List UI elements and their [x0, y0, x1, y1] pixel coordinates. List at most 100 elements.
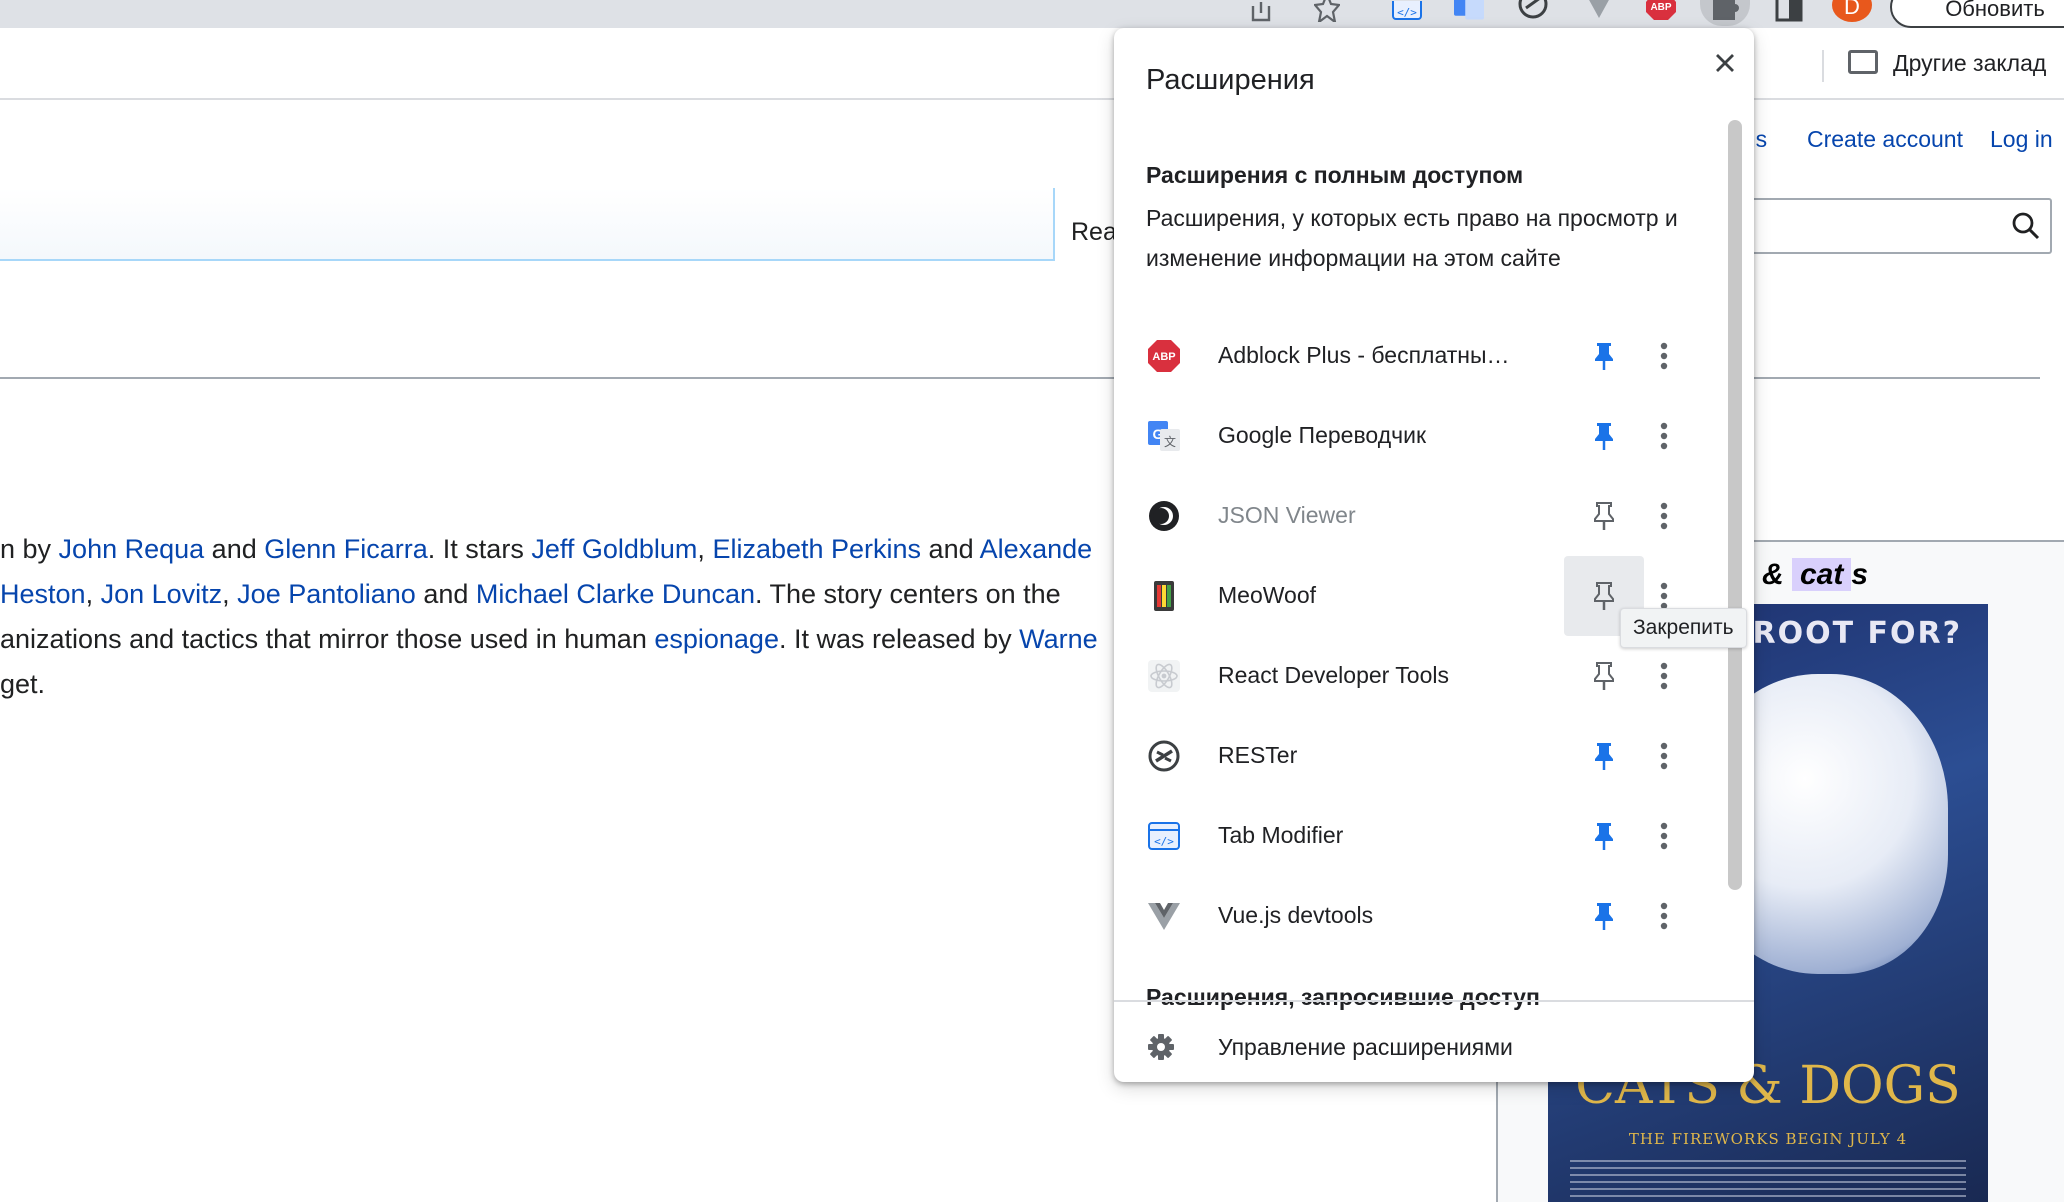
pin-tooltip: Закрепить — [1620, 608, 1747, 648]
extension-row[interactable]: Vue.js devtools — [1114, 876, 1714, 956]
search-icon[interactable] — [2012, 212, 2040, 240]
profile-avatar[interactable]: D — [1832, 0, 1872, 22]
rester-toolbar-icon[interactable] — [1518, 0, 1548, 22]
wiki-search-input[interactable] — [1740, 198, 2052, 254]
article-line-3: anizations and tactics that mirror those… — [0, 624, 1200, 654]
article-link[interactable]: Joe Pantoliano — [237, 579, 416, 609]
extension-name: Vue.js devtools — [1218, 902, 1374, 928]
article-text: , — [222, 579, 238, 609]
extensions-puzzle-icon[interactable] — [1710, 0, 1740, 22]
scrollbar-thumb[interactable] — [1728, 120, 1742, 890]
footer-divider — [1114, 1000, 1754, 1002]
share-icon[interactable] — [1246, 0, 1276, 22]
article-text: anizations and tactics that mirror those… — [0, 624, 655, 654]
other-bookmarks-folder[interactable]: Другие заклад — [1893, 50, 2046, 77]
article-text: , — [697, 534, 713, 564]
manage-extensions-button[interactable]: Управление расширениями — [1114, 1010, 1754, 1082]
vue-icon — [1146, 898, 1182, 934]
extensions-list-scroll[interactable]: Расширения с полным доступом Расширения,… — [1114, 118, 1754, 1030]
full-access-description: Расширения, у которых есть право на прос… — [1146, 205, 1678, 271]
folder-icon — [1848, 50, 1878, 74]
article-link[interactable]: Warne — [1019, 624, 1098, 654]
rester-icon — [1146, 738, 1182, 774]
article-text: . It was released by — [778, 624, 1020, 654]
extension-name: MeoWoof — [1218, 582, 1317, 608]
article-link[interactable]: Glenn Ficarra — [264, 534, 428, 564]
extension-row[interactable]: </> Tab Modifier — [1114, 796, 1714, 876]
extension-name: Google Переводчик — [1218, 422, 1427, 448]
tab-modifier-toolbar-icon[interactable]: </> — [1392, 0, 1422, 22]
abp-toolbar-icon[interactable]: ABP — [1646, 0, 1676, 22]
poster-credits — [1570, 1160, 1966, 1202]
extension-name: Adblock Plus - бесплатны… — [1218, 342, 1510, 368]
abp-icon: ABP — [1146, 338, 1182, 374]
bookmarks-separator — [1822, 50, 1824, 82]
extension-name: Tab Modifier — [1218, 822, 1344, 848]
article-link[interactable]: Michael Clarke Duncan — [476, 579, 755, 609]
more-vert-icon[interactable] — [1624, 636, 1704, 716]
extensions-popup: Расширения Расширения с полным доступом … — [1114, 28, 1754, 1082]
extension-name: JSON Viewer — [1218, 502, 1356, 528]
article-link[interactable]: Jeff Goldblum — [531, 534, 697, 564]
more-vert-icon[interactable] — [1624, 396, 1704, 476]
create-account-link[interactable]: Create account — [1807, 126, 1963, 153]
article-text: n by — [0, 534, 59, 564]
gear-icon — [1148, 1034, 1174, 1060]
article-text: . It stars — [427, 534, 532, 564]
article-line-2: Heston, Jon Lovitz, Joe Pantoliano and M… — [0, 579, 1200, 609]
more-vert-icon[interactable] — [1624, 796, 1704, 876]
article-text: and — [204, 534, 265, 564]
article-link[interactable]: John Requa — [59, 534, 205, 564]
popup-title: Расширения — [1146, 64, 1315, 96]
extension-row[interactable]: ABP Adblock Plus - бесплатны… — [1114, 316, 1714, 396]
vue-toolbar-icon[interactable] — [1584, 0, 1614, 22]
google-translate-toolbar-icon[interactable] — [1454, 0, 1484, 22]
close-icon[interactable] — [1704, 42, 1746, 84]
manage-extensions-label: Управление расширениями — [1218, 1034, 1513, 1060]
more-vert-icon[interactable] — [1624, 316, 1704, 396]
extension-name: React Developer Tools — [1218, 662, 1449, 688]
extension-row[interactable]: React Developer Tools — [1114, 636, 1714, 716]
update-button[interactable]: Обновить — [1890, 0, 2064, 28]
article-line-4: get. — [0, 669, 1200, 699]
more-vert-icon[interactable] — [1624, 476, 1704, 556]
svg-text:</>: </> — [1397, 6, 1417, 19]
svg-text:ABP: ABP — [1152, 351, 1175, 363]
article-link[interactable]: espionage — [654, 624, 779, 654]
poster-tagline: THE FIREWORKS BEGIN JULY 4 — [1628, 1130, 1908, 1148]
extension-row[interactable]: RESTer — [1114, 716, 1714, 796]
bookmarks-bar — [0, 28, 2064, 100]
search-highlight: cat — [1792, 558, 1852, 591]
more-vert-icon[interactable] — [1624, 876, 1704, 956]
read-tab[interactable]: Rea — [1071, 218, 1117, 247]
react-icon — [1146, 658, 1182, 694]
article-text: and — [921, 534, 980, 564]
wiki-tabs-bar — [0, 188, 1055, 261]
log-in-link[interactable]: Log in — [1990, 126, 2053, 153]
article-line-1: n by John Requa and Glenn Ficarra. It st… — [0, 534, 1200, 564]
more-vert-icon[interactable] — [1624, 716, 1704, 796]
extension-name: RESTer — [1218, 742, 1298, 768]
bookmark-star-icon[interactable] — [1312, 0, 1342, 22]
full-access-heading: Расширения с полным доступом — [1146, 162, 1524, 188]
article-link[interactable]: Jon Lovitz — [101, 579, 223, 609]
svg-text:</>: </> — [1154, 835, 1174, 848]
article-link[interactable]: Elizabeth Perkins — [712, 534, 921, 564]
article-text: . The story centers on the — [755, 579, 1061, 609]
tab-modifier-icon: </> — [1146, 818, 1182, 854]
svg-text:文: 文 — [1164, 434, 1176, 449]
meowoof-icon — [1146, 578, 1182, 614]
article-text: get. — [0, 669, 46, 699]
extension-row[interactable]: JSON Viewer — [1114, 476, 1714, 556]
infobox-title: & cat s — [1762, 558, 1869, 591]
article-link[interactable]: Heston — [0, 579, 86, 609]
side-panel-icon[interactable] — [1774, 0, 1804, 22]
article-text: , — [85, 579, 101, 609]
extension-row[interactable]: G 文 Google Переводчик — [1114, 396, 1714, 476]
google-translate-icon: G文 — [1146, 418, 1182, 454]
browser-toolbar: </> ABP D Обновить — [0, 0, 2064, 28]
article-link[interactable]: Alexande — [980, 534, 1093, 564]
requested-access-heading: Расширения, запросившие доступ — [1146, 984, 1540, 1010]
json-viewer-icon — [1146, 498, 1182, 534]
svg-text:ABP: ABP — [1650, 2, 1671, 13]
